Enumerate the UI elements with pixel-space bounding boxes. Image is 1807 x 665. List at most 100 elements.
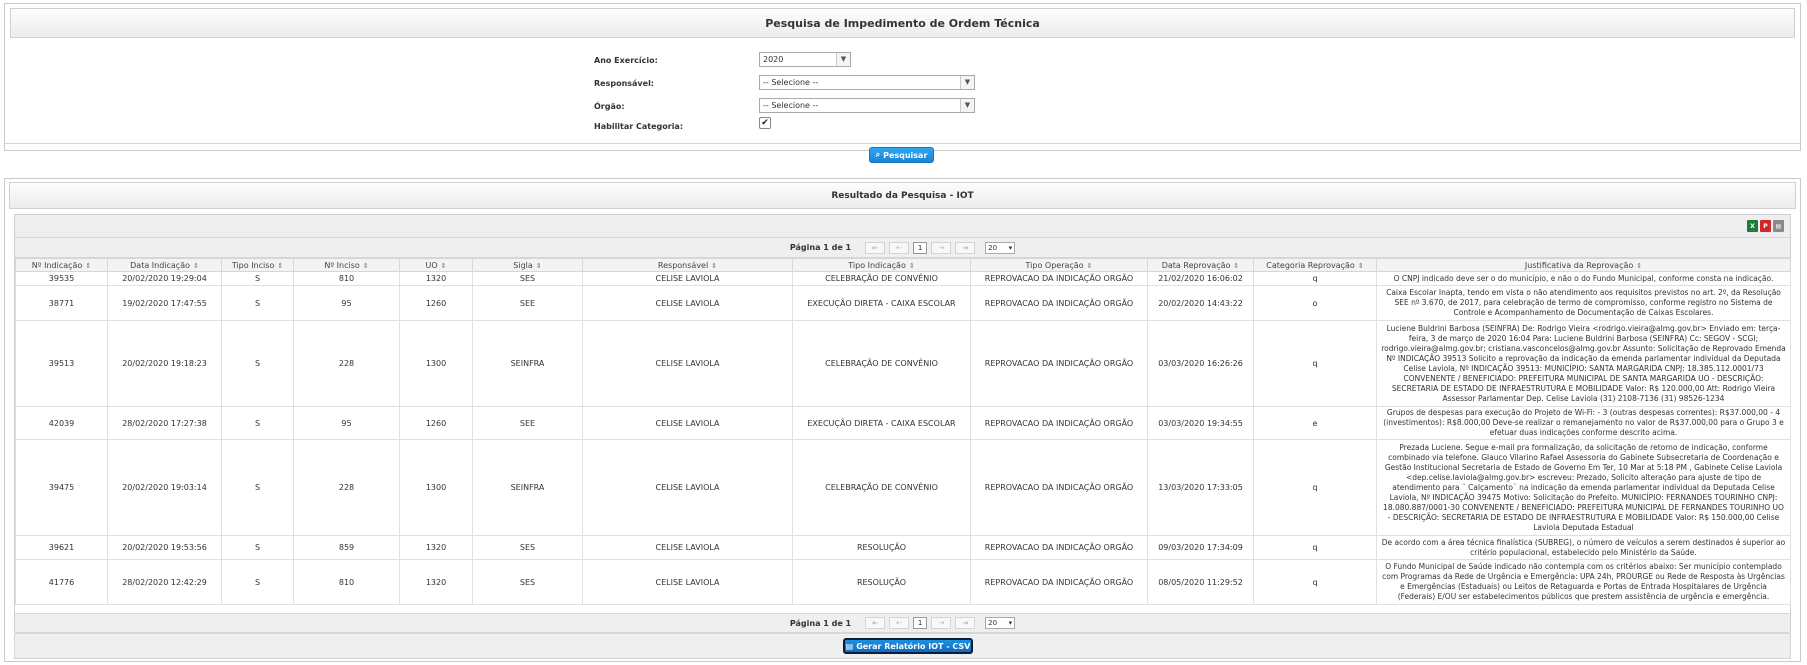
prev-page-button[interactable]: ⇠ (889, 617, 910, 629)
table-cell: CELISE LAVIOLA (582, 320, 793, 407)
table-cell: 28/02/2020 12:42:29 (107, 559, 222, 605)
table-cell: Luciene Buldrini Barbosa (SEINFRA) De: R… (1376, 320, 1791, 407)
chevron-down-icon: ▼ (960, 99, 974, 112)
next-page-button[interactable]: ⇢ (931, 241, 952, 254)
column-header[interactable]: UO ⇕ (399, 258, 473, 272)
table-cell: 1260 (399, 285, 473, 321)
responsavel-label: Responsável: (594, 79, 655, 88)
sort-icon: ⇕ (1357, 261, 1364, 270)
ano-exercicio-select[interactable]: 2020 ▼ (759, 52, 851, 67)
sort-icon: ⇕ (535, 261, 542, 270)
current-page-button[interactable]: 1 (913, 241, 928, 254)
ano-exercicio-value: 2020 (763, 55, 784, 64)
table-cell: S (221, 559, 294, 605)
table-cell: S (221, 439, 294, 536)
table-row[interactable]: 39621 20/02/2020 19:53:56 S 859 1320 SES CELIS… (15, 535, 1791, 560)
prev-page-button[interactable]: ⇠ (889, 241, 910, 254)
table-row[interactable]: 42039 28/02/2020 17:27:38 S 95 1260 SEE CELISE… (15, 406, 1791, 440)
table-cell: S (221, 406, 294, 440)
table-row[interactable]: 39513 20/02/2020 19:18:23 S 228 1300 SEINFRA C… (15, 320, 1791, 407)
column-header[interactable]: Justificativa da Reprovação ⇕ (1376, 258, 1791, 272)
table-cell: o (1253, 285, 1377, 321)
report-button-label: Gerar Relatório IOT - CSV (856, 641, 971, 651)
page-size-select[interactable]: 20 ▾ (985, 241, 1016, 254)
table-cell: Prezada Luciene. Segue e-mail pra formal… (1376, 439, 1791, 536)
column-header-label: Data Reprovação (1161, 260, 1231, 270)
table-cell: RESOLUÇÃO (792, 535, 971, 560)
column-header[interactable]: Tipo Operação ⇕ (970, 258, 1148, 272)
table-cell: O CNPJ indicado deve ser o do município,… (1376, 271, 1791, 286)
search-button[interactable]: ⌕ Pesquisar (869, 147, 934, 163)
column-header[interactable]: Nº Inciso ⇕ (293, 258, 400, 272)
pdf-icon[interactable]: P (1760, 220, 1771, 232)
excel-icon[interactable]: X (1747, 220, 1758, 232)
table-cell: 03/03/2020 16:26:26 (1147, 320, 1254, 407)
search-icon: ⌕ (875, 150, 881, 159)
table-cell: 09/03/2020 17:34:09 (1147, 535, 1254, 560)
table-cell: 21/02/2020 16:06:02 (1147, 271, 1254, 286)
print-icon[interactable]: ▤ (1773, 220, 1784, 232)
column-header-label: Categoria Reprovação (1266, 260, 1355, 270)
column-header[interactable]: Categoria Reprovação ⇕ (1253, 258, 1377, 272)
column-header[interactable]: Sigla ⇕ (472, 258, 583, 272)
table-cell: Grupos de despesas para execução do Proj… (1376, 406, 1791, 440)
table-cell: 1300 (399, 320, 473, 407)
table-cell: REPROVACAO DA INDICAÇÃO ORGÃO (970, 285, 1148, 321)
results-table: Nº Indicação ⇕ Data Indicação ⇕ Tipo Incis… (15, 258, 1791, 605)
last-page-button[interactable]: ⇥ (955, 241, 976, 254)
report-bar: ▤ Gerar Relatório IOT - CSV (14, 633, 1791, 659)
column-header[interactable]: Data Reprovação ⇕ (1147, 258, 1254, 272)
orgao-value: -- Selecione -- (763, 101, 819, 110)
table-cell: 19/02/2020 17:47:55 (107, 285, 222, 321)
table-cell: 228 (293, 439, 400, 536)
habilitar-categoria-label: Habilitar Categoria: (594, 122, 684, 131)
last-page-button[interactable]: ⇥ (955, 617, 976, 629)
column-header[interactable]: Responsável ⇕ (582, 258, 793, 272)
table-row[interactable]: 38771 19/02/2020 17:47:55 S 95 1260 SEE CELISE… (15, 285, 1791, 321)
next-page-button[interactable]: ⇢ (931, 617, 952, 629)
sort-icon: ⇕ (1233, 261, 1240, 270)
sort-icon: ⇕ (85, 261, 92, 270)
table-cell: CELEBRAÇÃO DE CONVÊNIO (792, 320, 971, 407)
table-cell: REPROVACAO DA INDICAÇÃO ORGÃO (970, 439, 1148, 536)
table-cell: REPROVACAO DA INDICAÇÃO ORGÃO (970, 271, 1148, 286)
results-grid: X P ▤ Página 1 de 1 ⇤ ⇠ 1 ⇢ ⇥ 20 ▾ Nº In… (14, 214, 1791, 633)
table-cell: e (1253, 406, 1377, 440)
table-row[interactable]: 39475 20/02/2020 19:03:14 S 228 1300 SEINFRA C… (15, 439, 1791, 536)
column-header[interactable]: Tipo Indicação ⇕ (792, 258, 971, 272)
table-row[interactable]: 39535 20/02/2020 19:29:04 S 810 1320 SES CELIS… (15, 271, 1791, 286)
page-size-select[interactable]: 20 ▾ (985, 617, 1016, 629)
table-cell: CELISE LAVIOLA (582, 406, 793, 440)
table-cell: q (1253, 320, 1377, 407)
table-cell: CELISE LAVIOLA (582, 285, 793, 321)
column-header-label: Responsável (657, 260, 709, 270)
current-page-button[interactable]: 1 (913, 617, 928, 629)
generate-report-csv-button[interactable]: ▤ Gerar Relatório IOT - CSV (843, 638, 973, 654)
column-header-label: Nº Inciso (324, 260, 360, 270)
table-cell: 20/02/2020 19:53:56 (107, 535, 222, 560)
results-title-bar: Resultado da Pesquisa - IOT (9, 182, 1796, 209)
responsavel-select[interactable]: -- Selecione -- ▼ (759, 75, 975, 90)
first-page-button[interactable]: ⇤ (865, 617, 886, 629)
column-header-label: Nº Indicação (31, 260, 83, 270)
table-cell: CELISE LAVIOLA (582, 439, 793, 536)
table-row[interactable]: 41776 28/02/2020 12:42:29 S 810 1320 SES CELIS… (15, 559, 1791, 605)
grid-toolbar: X P ▤ (15, 215, 1790, 238)
table-cell: 08/05/2020 11:29:52 (1147, 559, 1254, 605)
table-cell: q (1253, 271, 1377, 286)
column-header[interactable]: Data Indicação ⇕ (107, 258, 222, 272)
table-cell: S (221, 535, 294, 560)
column-header-label: Tipo Indicação (848, 260, 906, 270)
responsavel-value: -- Selecione -- (763, 78, 819, 87)
habilitar-categoria-checkbox[interactable]: ✔ (759, 117, 771, 129)
sort-icon: ⇕ (277, 261, 284, 270)
table-cell: S (221, 320, 294, 407)
first-page-button[interactable]: ⇤ (865, 241, 886, 254)
column-header[interactable]: Tipo Inciso ⇕ (221, 258, 294, 272)
table-cell: Caixa Escolar Inapta, tendo em vista o n… (1376, 285, 1791, 321)
column-header-label: Justificativa da Reprovação (1524, 260, 1634, 270)
table-cell: EXECUÇÃO DIRETA - CAIXA ESCOLAR (792, 406, 971, 440)
table-cell: De acordo com a área técnica finalística… (1376, 535, 1791, 560)
column-header[interactable]: Nº Indicação ⇕ (15, 258, 108, 272)
orgao-select[interactable]: -- Selecione -- ▼ (759, 98, 975, 113)
